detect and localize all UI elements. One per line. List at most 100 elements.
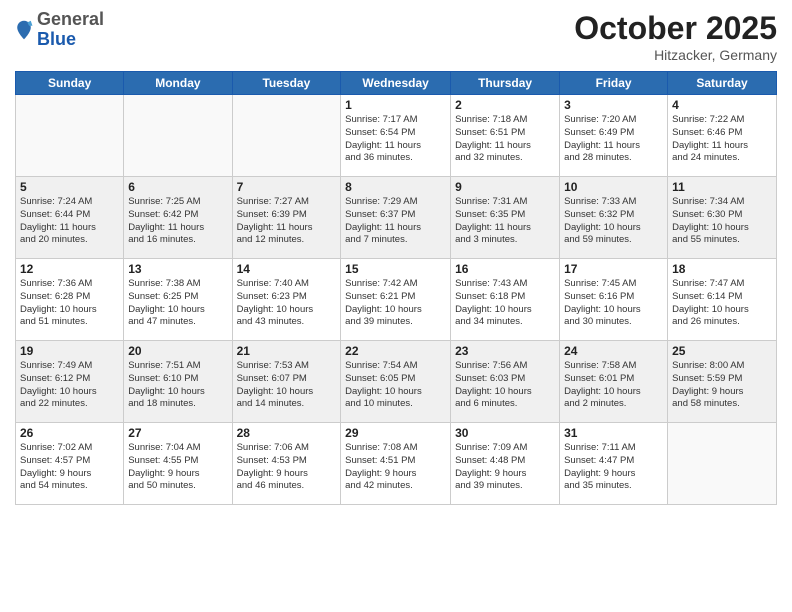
day-number: 21 — [237, 344, 337, 358]
calendar-cell: 24 Sunrise: 7:58 AM Sunset: 6:01 PM Dayli… — [560, 341, 668, 423]
calendar-cell: 30Sunrise: 7:09 AM Sunset: 4:48 PM Dayli… — [451, 423, 560, 505]
day-number: 24 — [564, 344, 663, 358]
weekday-header: Thursday — [451, 72, 560, 95]
title-block: October 2025 Hitzacker, Germany — [574, 10, 777, 63]
calendar-week-row: 26 Sunrise: 7:02 AM Sunset: 4:57 PM Dayli… — [16, 423, 777, 505]
day-info: Sunrise: 7:42 AM Sunset: 6:21 PM Dayligh… — [345, 278, 446, 329]
day-info: Sunrise: 7:06 AM Sunset: 4:53 PM Dayligh… — [237, 442, 337, 493]
weekday-header-row: SundayMondayTuesdayWednesdayThursdayFrid… — [16, 72, 777, 95]
weekday-header: Saturday — [668, 72, 777, 95]
weekday-header: Monday — [124, 72, 232, 95]
calendar-cell — [16, 95, 124, 177]
calendar-cell: 14 Sunrise: 7:40 AM Sunset: 6:23 PM Dayli… — [232, 259, 341, 341]
calendar-week-row: 1Sunrise: 7:17 AM Sunset: 6:54 PM Daylig… — [16, 95, 777, 177]
day-number: 23 — [455, 344, 555, 358]
calendar-cell: 29Sunrise: 7:08 AM Sunset: 4:51 PM Dayli… — [341, 423, 451, 505]
page-header: General Blue October 2025 Hitzacker, Ger… — [15, 10, 777, 63]
logo: General Blue — [15, 10, 104, 50]
day-number: 31 — [564, 426, 663, 440]
calendar-cell: 27Sunrise: 7:04 AM Sunset: 4:55 PM Dayli… — [124, 423, 232, 505]
calendar-cell — [124, 95, 232, 177]
calendar-cell — [668, 423, 777, 505]
day-info: Sunrise: 7:20 AM Sunset: 6:49 PM Dayligh… — [564, 114, 663, 165]
day-number: 19 — [20, 344, 119, 358]
day-number: 7 — [237, 180, 337, 194]
day-number: 8 — [345, 180, 446, 194]
day-info: Sunrise: 7:25 AM Sunset: 6:42 PM Dayligh… — [128, 196, 227, 247]
day-info: Sunrise: 7:11 AM Sunset: 4:47 PM Dayligh… — [564, 442, 663, 493]
day-number: 6 — [128, 180, 227, 194]
day-info: Sunrise: 7:40 AM Sunset: 6:23 PM Dayligh… — [237, 278, 337, 329]
day-number: 28 — [237, 426, 337, 440]
calendar-cell: 5 Sunrise: 7:24 AM Sunset: 6:44 PM Daylig… — [16, 177, 124, 259]
day-info: Sunrise: 7:53 AM Sunset: 6:07 PM Dayligh… — [237, 360, 337, 411]
day-number: 10 — [564, 180, 663, 194]
calendar-cell: 19 Sunrise: 7:49 AM Sunset: 6:12 PM Dayli… — [16, 341, 124, 423]
calendar-cell: 10Sunrise: 7:33 AM Sunset: 6:32 PM Dayli… — [560, 177, 668, 259]
location: Hitzacker, Germany — [574, 47, 777, 63]
month-title: October 2025 — [574, 10, 777, 47]
calendar-cell: 1Sunrise: 7:17 AM Sunset: 6:54 PM Daylig… — [341, 95, 451, 177]
logo-blue: Blue — [37, 30, 104, 50]
calendar-cell: 17Sunrise: 7:45 AM Sunset: 6:16 PM Dayli… — [560, 259, 668, 341]
day-info: Sunrise: 7:22 AM Sunset: 6:46 PM Dayligh… — [672, 114, 772, 165]
calendar-cell: 22 Sunrise: 7:54 AM Sunset: 6:05 PM Dayli… — [341, 341, 451, 423]
day-number: 27 — [128, 426, 227, 440]
day-number: 13 — [128, 262, 227, 276]
day-info: Sunrise: 7:17 AM Sunset: 6:54 PM Dayligh… — [345, 114, 446, 165]
day-number: 2 — [455, 98, 555, 112]
day-number: 3 — [564, 98, 663, 112]
calendar-cell: 4 Sunrise: 7:22 AM Sunset: 6:46 PM Daylig… — [668, 95, 777, 177]
day-number: 12 — [20, 262, 119, 276]
day-info: Sunrise: 7:24 AM Sunset: 6:44 PM Dayligh… — [20, 196, 119, 247]
calendar-week-row: 12Sunrise: 7:36 AM Sunset: 6:28 PM Dayli… — [16, 259, 777, 341]
calendar-cell: 13 Sunrise: 7:38 AM Sunset: 6:25 PM Dayli… — [124, 259, 232, 341]
day-number: 4 — [672, 98, 772, 112]
calendar-cell: 12Sunrise: 7:36 AM Sunset: 6:28 PM Dayli… — [16, 259, 124, 341]
calendar-cell: 18Sunrise: 7:47 AM Sunset: 6:14 PM Dayli… — [668, 259, 777, 341]
day-number: 26 — [20, 426, 119, 440]
day-info: Sunrise: 7:56 AM Sunset: 6:03 PM Dayligh… — [455, 360, 555, 411]
day-number: 5 — [20, 180, 119, 194]
calendar-cell: 3 Sunrise: 7:20 AM Sunset: 6:49 PM Daylig… — [560, 95, 668, 177]
day-info: Sunrise: 7:29 AM Sunset: 6:37 PM Dayligh… — [345, 196, 446, 247]
calendar-cell: 20 Sunrise: 7:51 AM Sunset: 6:10 PM Dayli… — [124, 341, 232, 423]
day-number: 14 — [237, 262, 337, 276]
day-info: Sunrise: 7:43 AM Sunset: 6:18 PM Dayligh… — [455, 278, 555, 329]
calendar-cell: 9 Sunrise: 7:31 AM Sunset: 6:35 PM Daylig… — [451, 177, 560, 259]
day-number: 30 — [455, 426, 555, 440]
day-number: 22 — [345, 344, 446, 358]
calendar-cell: 2Sunrise: 7:18 AM Sunset: 6:51 PM Daylig… — [451, 95, 560, 177]
logo-icon — [15, 19, 33, 41]
day-info: Sunrise: 7:49 AM Sunset: 6:12 PM Dayligh… — [20, 360, 119, 411]
day-info: Sunrise: 7:51 AM Sunset: 6:10 PM Dayligh… — [128, 360, 227, 411]
day-info: Sunrise: 7:34 AM Sunset: 6:30 PM Dayligh… — [672, 196, 772, 247]
day-info: Sunrise: 7:54 AM Sunset: 6:05 PM Dayligh… — [345, 360, 446, 411]
day-info: Sunrise: 7:38 AM Sunset: 6:25 PM Dayligh… — [128, 278, 227, 329]
day-info: Sunrise: 7:58 AM Sunset: 6:01 PM Dayligh… — [564, 360, 663, 411]
calendar-cell: 11Sunrise: 7:34 AM Sunset: 6:30 PM Dayli… — [668, 177, 777, 259]
day-info: Sunrise: 7:27 AM Sunset: 6:39 PM Dayligh… — [237, 196, 337, 247]
weekday-header: Friday — [560, 72, 668, 95]
day-info: Sunrise: 7:45 AM Sunset: 6:16 PM Dayligh… — [564, 278, 663, 329]
day-info: Sunrise: 7:31 AM Sunset: 6:35 PM Dayligh… — [455, 196, 555, 247]
calendar-cell: 23 Sunrise: 7:56 AM Sunset: 6:03 PM Dayli… — [451, 341, 560, 423]
day-number: 20 — [128, 344, 227, 358]
logo-general: General — [37, 10, 104, 30]
calendar-week-row: 19 Sunrise: 7:49 AM Sunset: 6:12 PM Dayli… — [16, 341, 777, 423]
day-info: Sunrise: 8:00 AM Sunset: 5:59 PM Dayligh… — [672, 360, 772, 411]
calendar-cell: 7 Sunrise: 7:27 AM Sunset: 6:39 PM Daylig… — [232, 177, 341, 259]
day-number: 15 — [345, 262, 446, 276]
calendar-cell: 16Sunrise: 7:43 AM Sunset: 6:18 PM Dayli… — [451, 259, 560, 341]
calendar-cell: 6 Sunrise: 7:25 AM Sunset: 6:42 PM Daylig… — [124, 177, 232, 259]
weekday-header: Wednesday — [341, 72, 451, 95]
day-info: Sunrise: 7:47 AM Sunset: 6:14 PM Dayligh… — [672, 278, 772, 329]
day-info: Sunrise: 7:08 AM Sunset: 4:51 PM Dayligh… — [345, 442, 446, 493]
calendar-week-row: 5 Sunrise: 7:24 AM Sunset: 6:44 PM Daylig… — [16, 177, 777, 259]
calendar-cell: 26 Sunrise: 7:02 AM Sunset: 4:57 PM Dayli… — [16, 423, 124, 505]
calendar-cell: 21 Sunrise: 7:53 AM Sunset: 6:07 PM Dayli… — [232, 341, 341, 423]
weekday-header: Tuesday — [232, 72, 341, 95]
day-number: 9 — [455, 180, 555, 194]
day-info: Sunrise: 7:02 AM Sunset: 4:57 PM Dayligh… — [20, 442, 119, 493]
day-number: 25 — [672, 344, 772, 358]
